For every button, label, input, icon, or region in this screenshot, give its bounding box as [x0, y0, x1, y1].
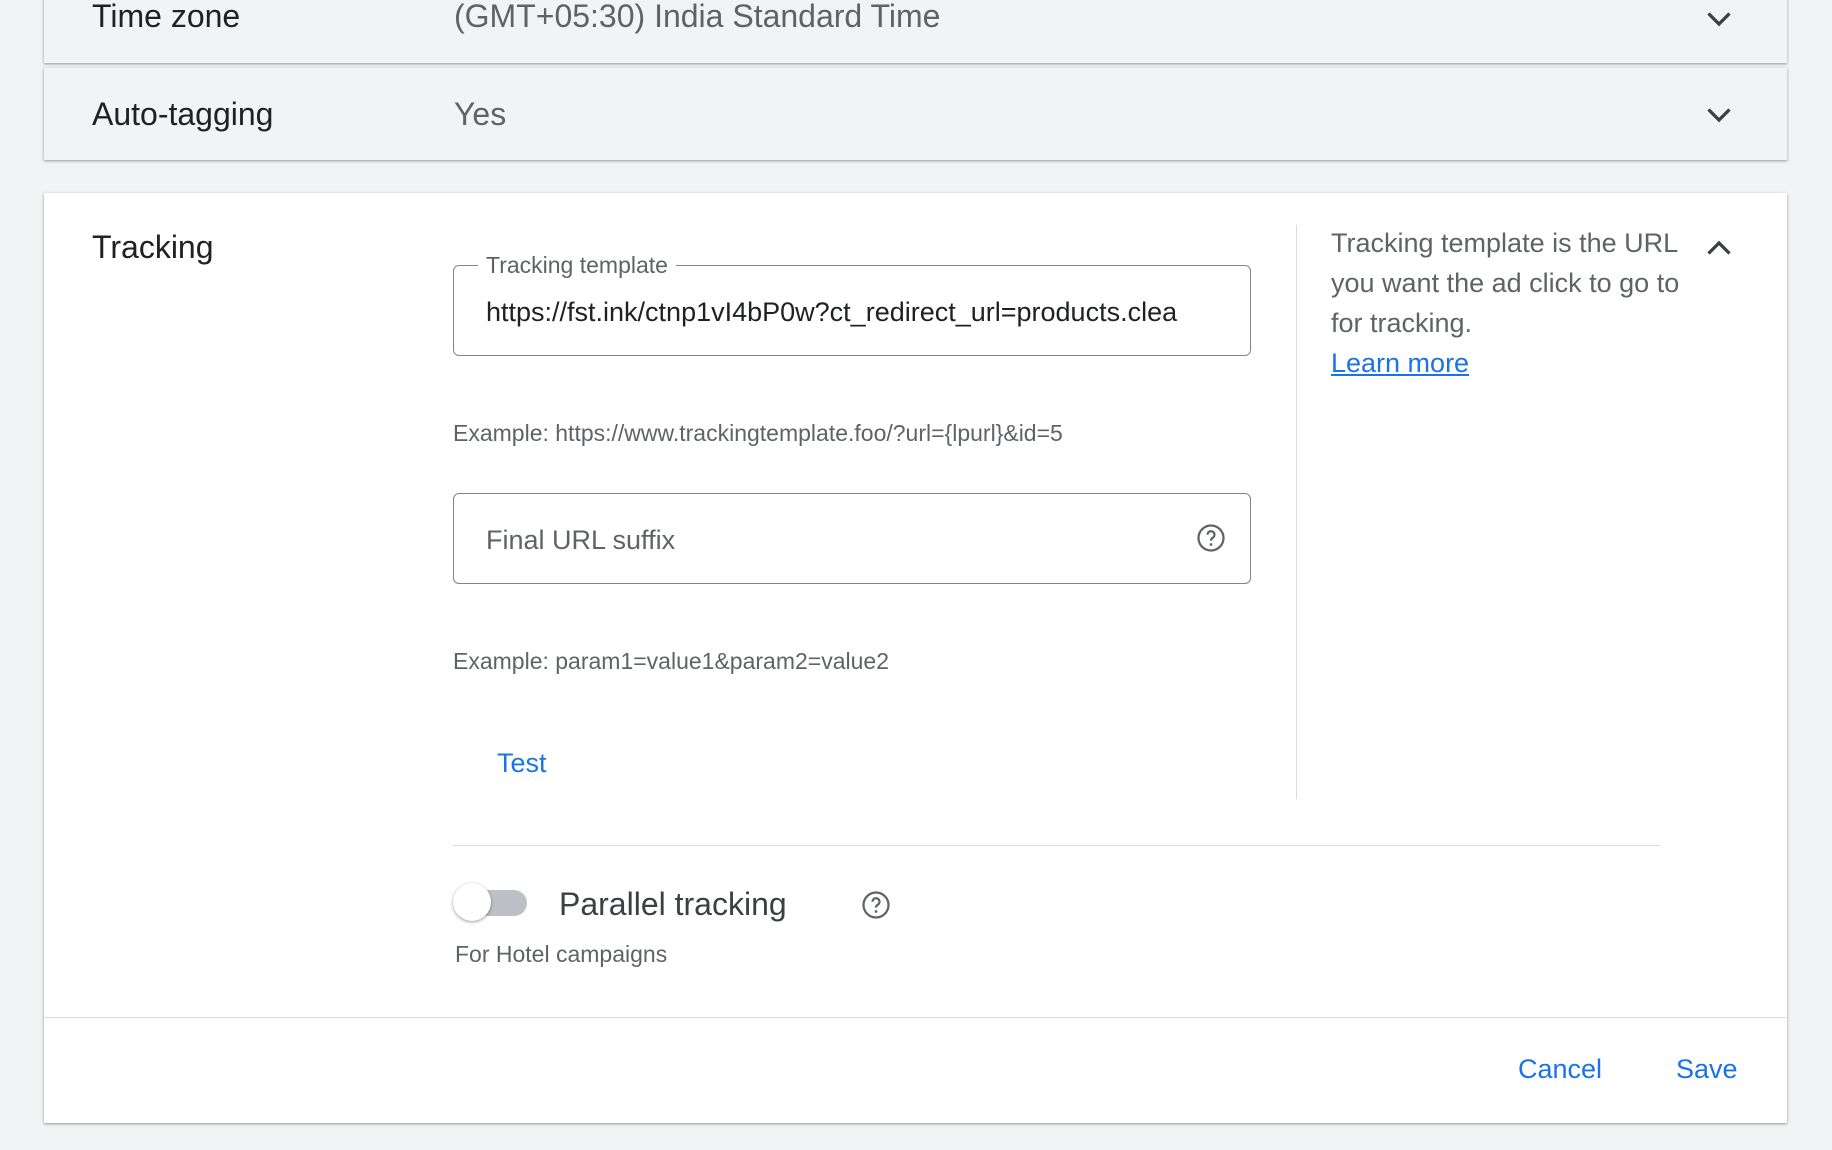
tracking-title: Tracking — [92, 229, 214, 265]
help-icon[interactable] — [861, 890, 891, 920]
auto-tagging-row[interactable]: Auto-tagging Yes — [44, 68, 1787, 160]
auto-tagging-label: Auto-tagging — [92, 96, 274, 132]
final-url-suffix-field[interactable]: Final URL suffix — [453, 493, 1251, 584]
cancel-button[interactable]: Cancel — [1518, 1053, 1602, 1085]
auto-tagging-value: Yes — [454, 96, 507, 132]
chevron-down-icon[interactable] — [1701, 96, 1737, 132]
footer-divider — [44, 1017, 1787, 1018]
test-button[interactable]: Test — [497, 747, 547, 779]
chevron-down-icon[interactable] — [1701, 0, 1737, 36]
learn-more-link[interactable]: Learn more — [1331, 348, 1469, 378]
help-icon[interactable] — [1196, 523, 1226, 553]
save-button[interactable]: Save — [1676, 1053, 1738, 1085]
tracking-panel: Tracking Tracking template https://fst.i… — [44, 193, 1787, 1123]
tracking-template-example: Example: https://www.trackingtemplate.fo… — [453, 420, 1063, 446]
time-zone-value: (GMT+05:30) India Standard Time — [454, 0, 941, 34]
tracking-template-label: Tracking template — [478, 252, 676, 278]
section-divider — [453, 845, 1660, 846]
time-zone-label: Time zone — [92, 0, 241, 34]
tracking-template-input[interactable]: https://fst.ink/ctnp1vI4bP0w?ct_redirect… — [486, 296, 1220, 328]
final-url-suffix-example: Example: param1=value1&param2=value2 — [453, 648, 889, 674]
parallel-tracking-subtext: For Hotel campaigns — [455, 941, 668, 967]
tracking-help-description: Tracking template is the URL you want th… — [1331, 228, 1680, 338]
parallel-tracking-label: Parallel tracking — [559, 886, 787, 922]
chevron-up-icon[interactable] — [1701, 231, 1737, 267]
tracking-template-field[interactable]: Tracking template https://fst.ink/ctnp1v… — [453, 252, 1251, 356]
time-zone-row[interactable]: Time zone (GMT+05:30) India Standard Tim… — [44, 0, 1787, 63]
parallel-tracking-toggle[interactable] — [453, 881, 529, 923]
final-url-suffix-placeholder: Final URL suffix — [486, 525, 676, 555]
tracking-help-text: Tracking template is the URL you want th… — [1331, 223, 1691, 383]
toggle-thumb — [453, 883, 491, 921]
vertical-divider — [1296, 225, 1297, 799]
